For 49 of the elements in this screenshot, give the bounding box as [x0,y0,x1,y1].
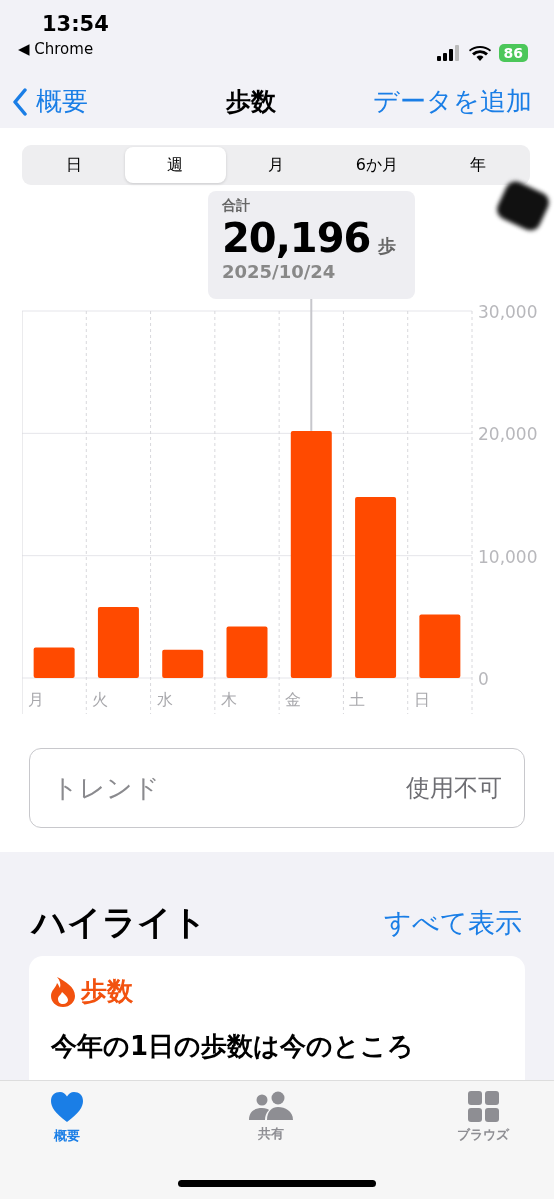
highlight-text: 今年の1日の歩数は今のところ [51,1030,416,1063]
tooltip-label: 合計 [222,197,251,215]
axis-label: 10,000 [478,546,538,567]
bar[interactable] [33,647,75,678]
trend-value: 使用不可 [406,773,502,804]
highlight-category: 歩数 [81,975,133,1008]
tooltip-date: 2025/10/24 [222,261,337,282]
period-tab[interactable]: 月 [225,147,327,183]
battery-indicator: 86 [498,43,528,62]
axis-label: 日 [413,690,430,709]
wifi-icon [468,44,491,61]
bar[interactable] [290,430,332,678]
bar[interactable] [162,649,204,678]
trend-label: トレンド [52,771,160,805]
trend-row[interactable]: トレンド 使用不可 [29,748,525,828]
show-all-link[interactable]: すべて表示 [384,905,522,941]
flame-icon [51,976,75,1007]
grid-icon [467,1091,499,1122]
period-tab[interactable]: 週 [124,147,226,183]
period-tab[interactable]: 6か月 [326,147,428,183]
axis-label: 木 [220,690,237,709]
tab-bar-item[interactable]: 概要 [50,1091,84,1147]
status-time: 13:54 [42,12,109,36]
section-title: ハイライト [32,901,207,944]
axis-label: 月 [28,690,44,709]
bar[interactable] [419,614,461,678]
people-icon [247,1091,294,1121]
bar[interactable] [355,496,397,678]
axis-label: 30,000 [478,302,538,322]
nav-title: 歩数 [225,86,276,118]
back-button[interactable]: 概要 [12,84,88,119]
unit-label: 歩 [378,234,397,258]
highlight-card[interactable]: 歩数 今年の1日の歩数は今のところ [29,956,525,1080]
axis-label: 0 [478,669,489,689]
period-tab[interactable]: 年 [427,147,528,183]
step-total: 20,196 [222,215,371,261]
period-tab[interactable]: 日 [24,147,125,183]
axis-label: 20,000 [478,424,538,445]
bar[interactable] [226,626,268,678]
chevron-left-icon [12,87,28,116]
heart-icon [50,1091,84,1123]
bar[interactable] [97,607,139,678]
add-data-link[interactable]: データを追加 [373,84,532,119]
signal-icon [436,44,461,61]
axis-label: 火 [92,690,109,709]
axis-label: 水 [156,690,173,709]
axis-label: 金 [285,690,302,709]
axis-label: 土 [349,690,366,709]
back-to-app-link[interactable]: ◀ Chrome [18,40,109,58]
